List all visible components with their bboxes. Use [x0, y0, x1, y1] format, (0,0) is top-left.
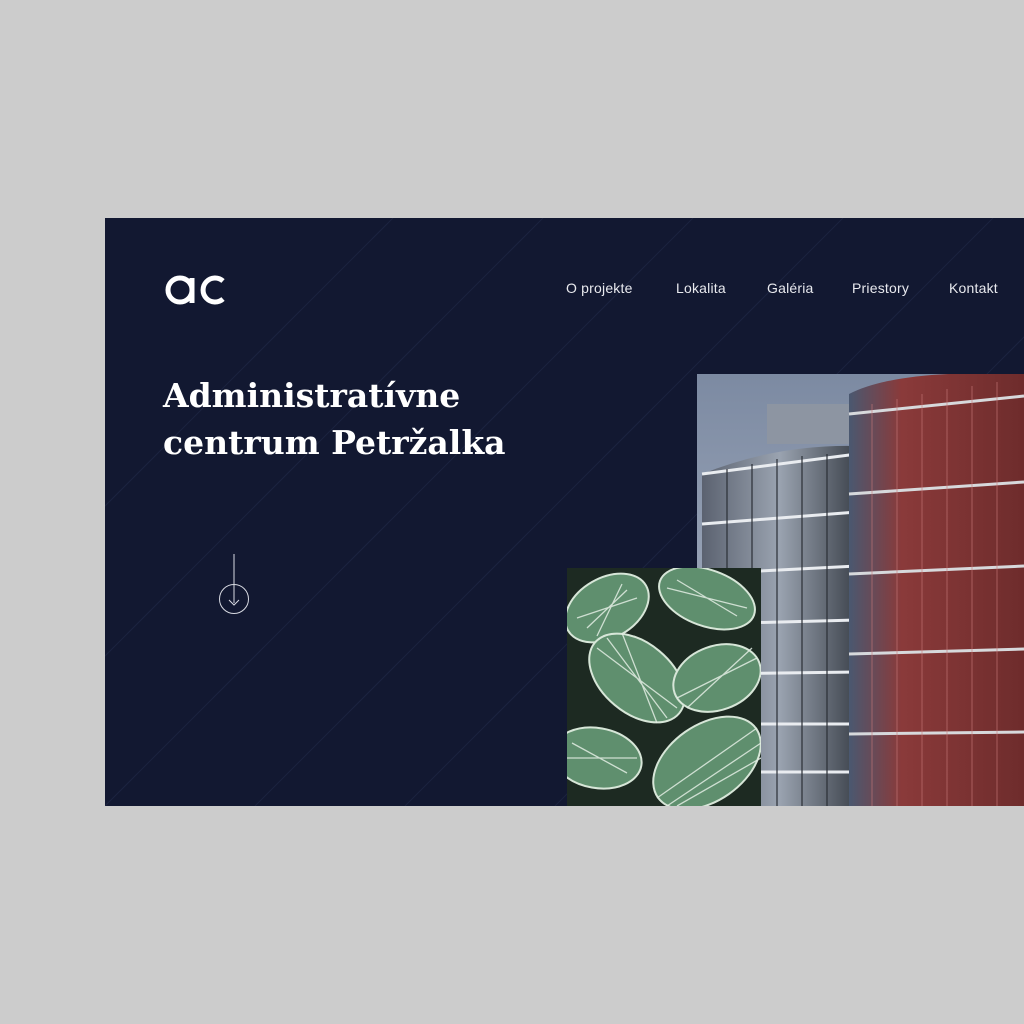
- calathea-leaves-photo: [567, 568, 761, 806]
- arrow-down-circle-icon[interactable]: [218, 553, 252, 617]
- nav-galeria[interactable]: Galéria: [767, 280, 814, 296]
- hero-section: ac O projekte Lokalita Galéria Priestory…: [105, 218, 1024, 806]
- main-nav: O projekte Lokalita Galéria Priestory Ko…: [105, 280, 1024, 300]
- nav-lokalita[interactable]: Lokalita: [676, 280, 726, 296]
- nav-o-projekte[interactable]: O projekte: [566, 280, 633, 296]
- nav-priestory[interactable]: Priestory: [852, 280, 909, 296]
- nav-kontakt[interactable]: Kontakt: [949, 280, 998, 296]
- title-line-1: Administratívne: [163, 376, 461, 415]
- title-line-2: centrum Petržalka: [163, 423, 506, 462]
- page-title: Administratívne centrum Petržalka: [163, 372, 583, 466]
